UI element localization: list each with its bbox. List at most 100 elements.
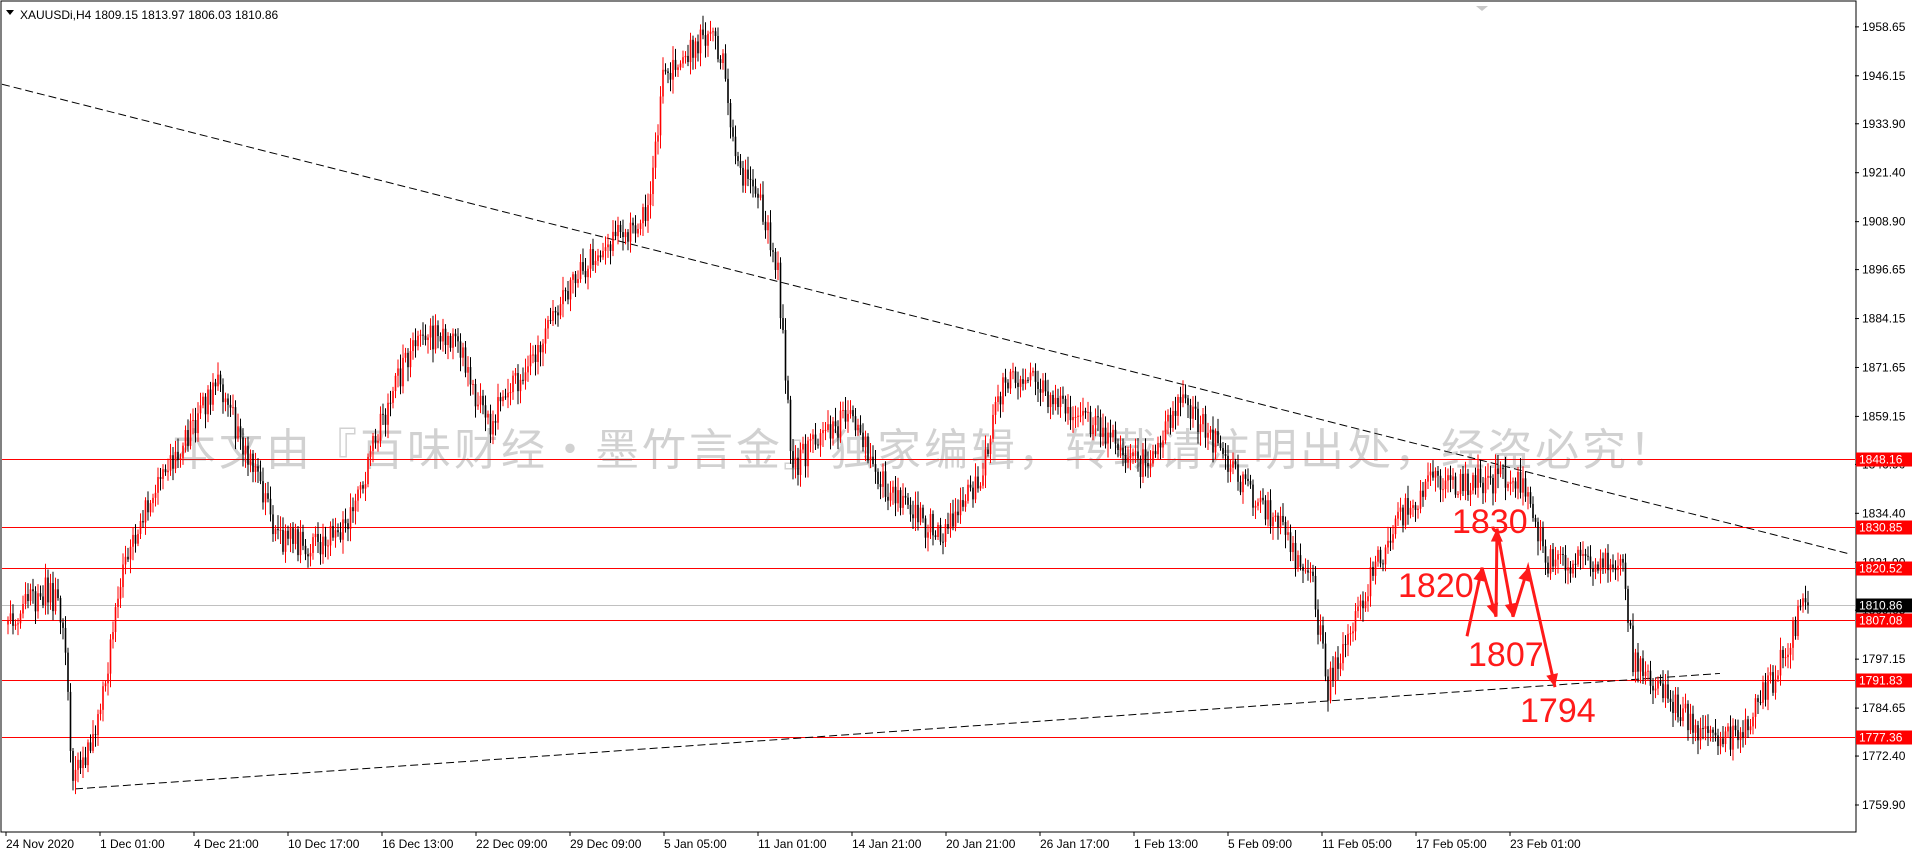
bull-candle-body [647, 205, 649, 221]
bear-candle-body [1174, 410, 1177, 416]
bull-candle-body [1359, 600, 1362, 607]
bear-candle-body [1014, 371, 1017, 383]
bear-candle-body [747, 169, 749, 179]
bear-candle-body [204, 396, 207, 415]
bull-candle-body [1177, 397, 1179, 416]
bear-candle-body [817, 444, 819, 446]
bear-candle-body [627, 232, 629, 242]
bear-candle-body [1294, 542, 1297, 569]
bull-candle-body [512, 375, 514, 393]
bear-candle-body [1147, 462, 1149, 467]
bear-candle-body [1504, 468, 1507, 488]
bear-candle-body [1519, 472, 1522, 493]
bull-candle-body [1107, 432, 1109, 444]
bull-candle-body [824, 429, 827, 431]
bear-candle-body [934, 535, 937, 538]
bear-candle-body [247, 445, 249, 465]
bull-candle-body [1127, 457, 1129, 463]
bear-candle-body [147, 500, 149, 513]
bear-candle-body [437, 325, 439, 337]
bull-candle-body [1364, 601, 1367, 609]
bull-candle-body [624, 232, 627, 238]
bull-candle-body [1412, 505, 1414, 508]
bull-candle-body [577, 279, 579, 284]
y-tick-label: 1884.15 [1862, 312, 1906, 326]
bull-candle-body [1577, 549, 1579, 565]
bull-candle-body [467, 367, 469, 373]
bear-candle-body [229, 404, 232, 408]
bull-candle-body [419, 334, 422, 336]
bear-candle-body [282, 529, 284, 552]
bear-candle-body [1327, 676, 1329, 701]
bull-candle-body [357, 489, 359, 501]
bull-candle-body [322, 536, 324, 555]
bear-candle-body [499, 397, 502, 402]
bear-candle-body [567, 291, 569, 300]
bull-candle-body [1152, 451, 1154, 464]
bull-candle-body [349, 507, 352, 530]
bull-candle-body [1517, 472, 1519, 489]
bear-candle-body [972, 487, 974, 500]
bull-candle-body [1329, 667, 1332, 701]
bull-candle-body [1732, 725, 1734, 750]
bear-candle-body [407, 352, 409, 368]
bull-candle-body [914, 504, 917, 519]
bear-candle-body [582, 262, 584, 271]
bear-candle-body [494, 421, 497, 423]
bull-candle-body [562, 290, 564, 305]
bear-candle-body [52, 583, 54, 612]
bear-candle-body [854, 416, 857, 431]
bear-candle-body [1629, 622, 1632, 626]
bear-candle-body [1697, 725, 1699, 741]
bear-candle-body [272, 514, 274, 535]
bear-candle-body [297, 529, 299, 556]
bear-candle-body [634, 225, 637, 234]
bull-candle-body [689, 39, 692, 63]
bear-candle-body [1764, 682, 1767, 700]
bear-candle-body [1672, 701, 1674, 714]
bear-candle-body [1239, 481, 1242, 493]
bear-candle-body [242, 437, 244, 455]
bull-candle-body [1232, 461, 1234, 468]
bull-candle-body [1259, 497, 1262, 503]
bull-candle-body [294, 529, 297, 544]
bull-candle-body [617, 224, 619, 237]
bear-candle-body [729, 103, 732, 128]
bear-candle-body [1284, 522, 1287, 535]
bull-candle-body [637, 228, 639, 234]
bull-candle-body [997, 396, 999, 403]
bear-candle-body [719, 59, 722, 64]
bear-candle-body [829, 424, 832, 439]
bear-candle-body [1569, 567, 1572, 574]
bear-candle-body [304, 545, 307, 555]
bull-candle-body [1309, 571, 1312, 573]
bear-candle-body [269, 498, 272, 515]
bull-candle-body [1199, 424, 1202, 432]
bear-candle-body [257, 466, 259, 472]
bull-candle-body [1257, 502, 1259, 506]
bull-candle-body [1634, 652, 1637, 673]
bull-candle-body [1754, 698, 1757, 717]
x-tick-label: 17 Feb 05:00 [1416, 837, 1487, 851]
bear-candle-body [772, 250, 774, 252]
x-tick-label: 24 Nov 2020 [6, 837, 74, 851]
bear-candle-body [94, 734, 97, 736]
bear-candle-body [632, 222, 634, 226]
bear-candle-body [469, 367, 472, 385]
bear-candle-body [1044, 380, 1047, 392]
bear-candle-body [1109, 432, 1112, 438]
bull-candle-body [812, 434, 814, 440]
bear-candle-body [1299, 555, 1302, 567]
bear-candle-body [1179, 397, 1182, 403]
bear-candle-body [1307, 570, 1309, 573]
bear-candle-body [57, 589, 59, 599]
bull-candle-body [92, 734, 94, 751]
bear-candle-body [1637, 652, 1639, 672]
bear-candle-body [79, 759, 82, 769]
bear-candle-body [1677, 694, 1679, 718]
bear-candle-body [1602, 558, 1604, 568]
bear-candle-body [1204, 414, 1207, 438]
bull-candle-body [832, 421, 834, 439]
bull-candle-body [1559, 553, 1562, 555]
bull-candle-body [1072, 417, 1074, 421]
